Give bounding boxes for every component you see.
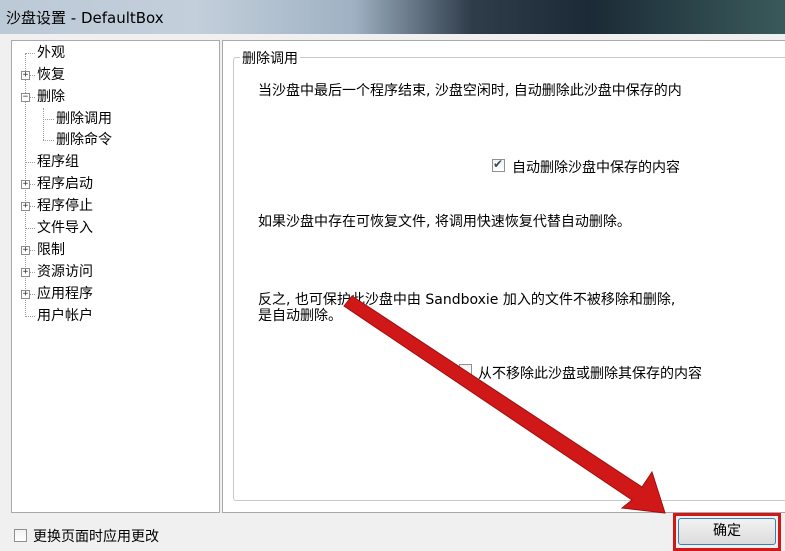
expand-plus-icon[interactable]: + — [21, 71, 30, 80]
tree-item-resource-access[interactable]: 资源访问 — [37, 262, 93, 282]
ok-button-highlight — [673, 513, 781, 551]
description-text-2: 如果沙盘中存在可恢复文件, 将调用快速恢复代替自动删除。 — [258, 214, 631, 230]
expand-plus-icon[interactable]: + — [21, 202, 30, 211]
tree-line — [25, 228, 35, 229]
title-bar[interactable]: 沙盘设置 - DefaultBox — [0, 0, 785, 34]
tree-item-program-start[interactable]: 程序启动 — [37, 174, 93, 194]
tree-item-program-groups[interactable]: 程序组 — [37, 152, 79, 172]
apply-on-change-label[interactable]: 更换页面时应用更改 — [33, 526, 159, 546]
tree-item-delete-invoke[interactable]: 删除调用 — [56, 109, 112, 129]
collapse-minus-icon[interactable]: − — [21, 93, 30, 102]
tree-item-recovery[interactable]: 恢复 — [37, 65, 65, 85]
description-text-1: 当沙盘中最后一个程序结束, 沙盘空闲时, 自动删除此沙盘中保存的内 — [258, 83, 682, 99]
tree-item-restrictions[interactable]: 限制 — [37, 240, 65, 260]
tree-item-user-accounts[interactable]: 用户帐户 — [37, 306, 93, 326]
tree-line — [30, 184, 35, 185]
never-remove-label[interactable]: 从不移除此沙盘或删除其保存的内容 — [478, 363, 702, 383]
window-title: 沙盘设置 - DefaultBox — [6, 9, 164, 27]
tree-item-delete-command[interactable]: 删除命令 — [56, 130, 112, 150]
tree-line — [25, 53, 35, 54]
tree-line — [30, 97, 35, 98]
tree-line — [30, 75, 35, 76]
group-title: 删除调用 — [240, 48, 300, 68]
auto-delete-label[interactable]: 自动删除沙盘中保存的内容 — [512, 157, 680, 177]
tree-line — [30, 250, 35, 251]
never-remove-checkbox[interactable] — [459, 364, 472, 377]
description-text-3-line2: 是自动删除。 — [258, 308, 342, 324]
tree-line — [30, 294, 35, 295]
tree-item-program-stop[interactable]: 程序停止 — [37, 196, 93, 216]
settings-tree[interactable]: + − + + + + + 外观 恢复 删除 删除调用 删除命令 程序组 程序启… — [11, 40, 220, 513]
auto-delete-checkbox[interactable] — [492, 157, 505, 172]
tree-line — [25, 316, 35, 317]
apply-on-change-checkbox[interactable] — [14, 529, 27, 542]
expand-plus-icon[interactable]: + — [21, 268, 30, 277]
expand-plus-icon[interactable]: + — [21, 246, 30, 255]
expand-plus-icon[interactable]: + — [21, 180, 30, 189]
tree-line — [25, 162, 35, 163]
expand-plus-icon[interactable]: + — [21, 290, 30, 299]
tree-item-appearance[interactable]: 外观 — [37, 43, 65, 63]
tree-item-delete[interactable]: 删除 — [37, 87, 65, 107]
tree-line — [43, 108, 44, 140]
tree-line — [43, 140, 54, 141]
tree-item-file-import[interactable]: 文件导入 — [37, 218, 93, 238]
tree-item-applications[interactable]: 应用程序 — [37, 284, 93, 304]
tree-line — [30, 206, 35, 207]
tree-line — [43, 119, 54, 120]
delete-invoke-group — [233, 57, 785, 501]
tree-line — [30, 272, 35, 273]
